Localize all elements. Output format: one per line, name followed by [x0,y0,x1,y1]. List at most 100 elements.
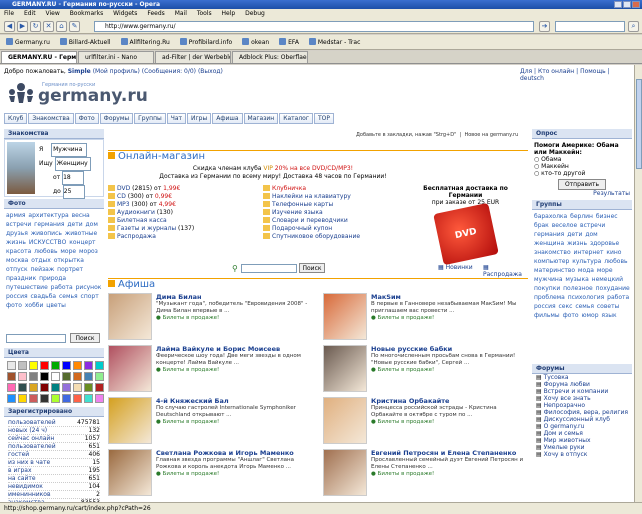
shop-product-item[interactable]: Распродажа [108,233,263,241]
shop-category-item[interactable]: Изучение языка [263,209,413,217]
promo-discount[interactable]: 20% на все DVD/CD/MP3! [275,165,353,172]
ticket-link[interactable]: ● Билеты в продаже! [371,419,528,426]
color-swatch[interactable] [84,372,93,381]
shop-category-item[interactable]: Словари и переводчики [263,217,413,225]
top-links[interactable]: Для | Кто онлайн | Помощь | deutsch [520,68,634,82]
nav-groups[interactable]: Группы [134,113,166,124]
nav-catalog[interactable]: Каталог [279,113,314,124]
event-photo[interactable] [323,449,367,496]
menu-bookmarks[interactable]: Bookmarks [70,10,104,17]
forum-item[interactable]: ▤ Дом и семья [532,430,632,437]
bookmark-item[interactable]: Profibilard.info [179,38,232,46]
menu-view[interactable]: View [46,10,60,17]
color-swatch[interactable] [62,361,71,370]
color-swatch[interactable] [40,361,49,370]
forum-item[interactable]: ▤ О germany.ru [532,423,632,430]
color-swatch[interactable] [62,383,71,392]
bookmark-item[interactable]: Allfiltering.Ru [120,38,170,46]
menu-tools[interactable]: Tools [197,10,212,17]
ticket-link[interactable]: ● Билеты в продаже! [156,367,313,374]
menu-mail[interactable]: Mail [175,10,187,17]
bookmark-item[interactable]: Billard-Aktuell [59,38,111,46]
stat-label[interactable]: в играх [8,467,32,474]
shop-product-item[interactable]: Билетная касса [108,217,263,225]
color-swatch[interactable] [51,372,60,381]
back-icon[interactable]: ◀ [4,21,15,32]
menu-edit[interactable]: Edit [24,10,36,17]
event-item[interactable]: Лайма Вайкуле и Борис Моисеев Феерическое… [108,345,313,394]
stat-label[interactable]: именинников [8,491,51,498]
photo-tag-cloud[interactable]: армия архитектура весна встречи германия… [4,209,104,333]
sale-link[interactable]: ▦ Распродажа [483,264,528,278]
home-icon[interactable]: ⌂ [56,21,67,32]
color-swatch[interactable] [18,361,27,370]
forum-item[interactable]: ▤ Философия, вера, религия [532,409,632,416]
nav-games[interactable]: Игры [187,113,212,124]
nav-chat[interactable]: Чат [166,113,187,124]
color-swatch[interactable] [51,383,60,392]
color-swatch[interactable] [18,372,27,381]
forum-item[interactable]: ▤ Тусовка [532,374,632,381]
forum-item[interactable]: ▤ Дискуссионный клуб [532,416,632,423]
minimize-button[interactable] [614,1,622,8]
shop-category-item[interactable]: Спутниковое оборудование [263,233,413,241]
bookmark-item[interactable]: Germany.ru [6,38,50,46]
site-logo[interactable]: Германия по-русски germany.ru [6,78,148,108]
shop-product-item[interactable]: Аудиокниги (130) [108,209,263,217]
username-link[interactable]: Simple [68,68,91,75]
color-swatch[interactable] [51,394,60,403]
tab-urlfilter[interactable]: urlfilter.ini - Nano [78,51,154,63]
menu-file[interactable]: File [4,10,14,17]
color-swatch[interactable] [40,383,49,392]
ticket-link[interactable]: ● Билеты в продаже! [371,471,528,478]
color-swatch[interactable] [7,361,16,370]
color-swatch[interactable] [73,372,82,381]
menu-widgets[interactable]: Widgets [113,10,137,17]
color-swatch[interactable] [29,372,38,381]
photo-search-input[interactable] [6,334,66,343]
bookmark-item[interactable]: okean [242,38,269,46]
color-swatch[interactable] [29,361,38,370]
nav-club[interactable]: Клуб [4,113,28,124]
messages-link[interactable]: (Сообщения: 0/0) [142,68,196,75]
search-icon[interactable]: ⌕ [628,21,639,32]
color-swatch[interactable] [7,372,16,381]
color-swatch[interactable] [18,383,27,392]
reload-icon[interactable]: ↻ [30,21,41,32]
ticket-link[interactable]: ● Билеты в продаже! [371,315,528,322]
nav-afisha[interactable]: Афиша [212,113,243,124]
menu-help[interactable]: Help [222,10,236,17]
color-swatch[interactable] [95,383,104,392]
color-swatch[interactable] [84,383,93,392]
stat-label[interactable]: сейчас онлайн [8,435,54,442]
address-field[interactable]: http://www.germany.ru/ [94,21,534,32]
event-title[interactable]: Кристина Орбакайте [371,397,528,405]
event-title[interactable]: Дима Билан [156,293,313,301]
close-button[interactable] [632,1,640,8]
nav-dating[interactable]: Знакомства [28,113,74,124]
shop-product-item[interactable]: MP3 (300) от 4,99€ [108,201,263,209]
event-photo[interactable] [108,449,152,496]
profile-link[interactable]: (Мой профиль) [93,68,140,75]
nav-shop[interactable]: Магазин [243,113,279,124]
stat-label[interactable]: невидимок [8,483,43,490]
event-photo[interactable] [108,293,152,340]
color-swatch[interactable] [40,372,49,381]
ticket-link[interactable]: ● Билеты в продаже! [156,419,313,426]
forum-item[interactable]: ▤ Хочу все знать [532,395,632,402]
menu-debug[interactable]: Debug [245,10,265,17]
bookmark-item[interactable]: Medstar - Trac [308,38,360,46]
stat-label[interactable]: на сайте [8,475,36,482]
event-title[interactable]: МакSим [371,293,528,301]
seek-select[interactable]: Женщину [54,157,91,171]
forum-item[interactable]: ▤ Умелые руки [532,444,632,451]
event-title[interactable]: Евгений Петросян и Елена Степаненко [371,449,528,457]
stat-label[interactable]: пользователей [8,419,56,426]
poll-option[interactable]: ○ кто-то другой [534,170,630,177]
shop-category-item[interactable]: Подарочный купон [263,225,413,233]
color-swatch[interactable] [95,394,104,403]
color-swatch[interactable] [29,383,38,392]
ticket-link[interactable]: ● Билеты в продаже! [371,367,528,374]
color-swatch[interactable] [84,394,93,403]
event-item[interactable]: Евгений Петросян и Елена Степаненко Просл… [323,449,528,498]
